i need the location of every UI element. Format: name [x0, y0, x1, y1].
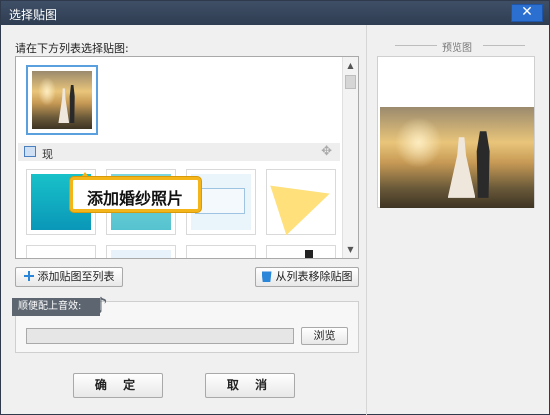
- selected-wedding-photo-thumbnail[interactable]: [26, 65, 98, 135]
- left-panel: 请在下方列表选择贴图: 现 ✥ 添加婚纱照片 ▲ ▼ 添加贴图至列表 从列表移除…: [1, 25, 366, 415]
- move-icon[interactable]: ✥: [321, 144, 332, 159]
- close-button[interactable]: ✕: [511, 4, 543, 22]
- select-texture-dialog: 选择贴图 ✕ 请在下方列表选择贴图: 现 ✥ 添加婚纱照片 ▲ ▼ 添加贴图至列…: [0, 0, 550, 415]
- list-scrollbar[interactable]: ▲ ▼: [342, 57, 358, 258]
- texture-tile[interactable]: [26, 245, 96, 258]
- scroll-up-icon[interactable]: ▲: [344, 59, 357, 72]
- group-header[interactable]: 现 ✥: [18, 143, 340, 161]
- scroll-thumb[interactable]: [345, 75, 356, 89]
- plus-icon: [23, 271, 34, 281]
- sound-file-input[interactable]: [26, 328, 294, 344]
- preview-panel: 预览图: [366, 25, 549, 415]
- title-bar: 选择贴图 ✕: [1, 1, 549, 25]
- list-prompt: 请在下方列表选择贴图:: [15, 42, 129, 55]
- texture-tile[interactable]: [106, 245, 176, 258]
- sound-effect-panel: 顺便配上音效: ♪ 浏览: [12, 294, 359, 353]
- preview-header: 预览图: [377, 39, 537, 54]
- callout-text: 添加婚纱照片: [87, 189, 184, 208]
- wedding-photo-image: [32, 71, 92, 129]
- texture-list[interactable]: 现 ✥ 添加婚纱照片 ▲ ▼: [15, 56, 359, 259]
- preview-label: 预览图: [442, 43, 472, 54]
- add-texture-button[interactable]: 添加贴图至列表: [15, 267, 123, 287]
- callout-annotation: 添加婚纱照片: [70, 177, 201, 212]
- texture-tile[interactable]: [266, 245, 336, 258]
- ok-button[interactable]: 确 定: [73, 373, 163, 398]
- preview-box: [377, 56, 535, 208]
- preview-image: [380, 107, 534, 208]
- remove-texture-button[interactable]: 从列表移除贴图: [255, 267, 359, 287]
- window-title: 选择贴图: [9, 8, 58, 22]
- texture-tile[interactable]: [266, 168, 338, 236]
- sound-effect-label: 顺便配上音效:: [12, 298, 100, 316]
- texture-tile[interactable]: [186, 245, 256, 258]
- texture-list-area: 现 ✥ 添加婚纱照片: [16, 57, 342, 258]
- music-note-icon: ♪: [94, 294, 109, 319]
- image-icon: [24, 146, 36, 157]
- cancel-button[interactable]: 取 消: [205, 373, 295, 398]
- group-label: 现: [42, 148, 53, 161]
- trash-icon: [261, 271, 272, 282]
- browse-button[interactable]: 浏览: [301, 327, 348, 345]
- scroll-down-icon[interactable]: ▼: [344, 243, 357, 256]
- close-icon: ✕: [521, 4, 533, 20]
